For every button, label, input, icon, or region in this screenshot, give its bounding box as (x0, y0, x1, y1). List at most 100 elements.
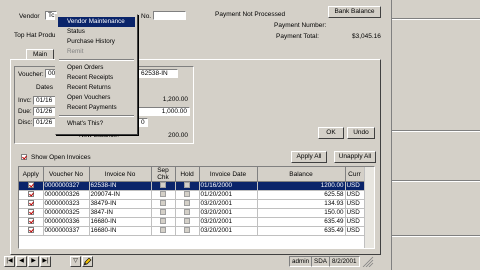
sep-chk-checkbox[interactable] (160, 200, 166, 207)
menu-item-recent-payments[interactable]: Recent Payments (58, 103, 135, 113)
curr-cell: USD (345, 190, 365, 200)
hold-checkbox[interactable] (184, 200, 190, 207)
curr-cell: USD (345, 199, 365, 209)
status-date: 8/2/2001 (329, 256, 360, 267)
hold-checkbox[interactable] (184, 191, 190, 198)
col-hold[interactable]: Hold (175, 167, 200, 182)
show-open-invoices-checkbox[interactable] (21, 154, 27, 161)
menu-item-open-orders[interactable]: Open Orders (58, 63, 135, 73)
col-voucher-no[interactable]: Voucher No (43, 167, 90, 182)
next-record-button[interactable]: ▶ (28, 256, 39, 267)
filter-icon: ▽ (73, 258, 78, 264)
hold-checkbox[interactable] (184, 218, 190, 225)
sep-chk-checkbox[interactable] (160, 182, 166, 189)
last-record-button[interactable]: ▶| (40, 256, 51, 267)
curr-cell: USD (345, 226, 365, 236)
date-cell: 01/16/2000 (199, 181, 258, 191)
date-cell: 03/20/2001 (199, 199, 258, 209)
voucher-cell: 0000000337 (43, 226, 90, 236)
dates-label: Dates (36, 84, 53, 91)
grid-vertical-scrollbar[interactable] (364, 167, 374, 248)
prev-record-button[interactable]: ◀ (16, 256, 27, 267)
sep-chk-checkbox[interactable] (160, 227, 166, 234)
resize-grip[interactable] (362, 256, 374, 268)
menu-item-remit: Remit (67, 48, 84, 55)
table-row[interactable]: 0000000327 62538-IN 01/16/2000 1200.00 U… (19, 181, 365, 191)
due-date-field[interactable]: 01/26 (33, 107, 57, 116)
table-row[interactable]: 0000000325 3847-IN 03/20/2001 150.00 USD (19, 208, 365, 218)
menu-item-recent-returns[interactable]: Recent Returns (58, 83, 135, 93)
col-curr[interactable]: Curr (345, 167, 365, 182)
apply-checkbox[interactable] (27, 191, 34, 198)
pencil-icon (83, 257, 92, 266)
vendor-label: Vendor (19, 13, 40, 20)
menu-item-status[interactable]: Status (58, 27, 135, 37)
col-balance[interactable]: Balance (257, 167, 346, 182)
invoice-cell: 209074-IN (89, 190, 152, 200)
menu-item-recent-receipts[interactable]: Recent Receipts (58, 73, 135, 83)
balance-cell: 625.58 (257, 190, 346, 200)
menu-item-open-vouchers[interactable]: Open Vouchers (58, 93, 135, 103)
date-cell: 01/20/2001 (199, 190, 258, 200)
apply-checkbox[interactable] (27, 209, 34, 216)
apply-checkbox[interactable] (27, 218, 34, 225)
invc-date-field[interactable]: 01/16 (33, 96, 57, 105)
menu-item-vendor-maintenance[interactable]: Vendor Maintenance (58, 17, 135, 27)
disc-label: Disc: (18, 119, 33, 126)
due-label: Due: (18, 108, 32, 115)
curr-cell: USD (345, 181, 365, 191)
payment-total-label: Payment Total: (276, 33, 319, 40)
invoice-cell: 16680-IN (89, 217, 152, 227)
sep-chk-checkbox[interactable] (160, 218, 166, 225)
next-icon: ▶ (31, 258, 36, 264)
divider (392, 18, 480, 20)
col-invoice-no[interactable]: Invoice No (89, 167, 152, 182)
invoice-grid[interactable]: Apply Voucher No Invoice No Sep Chk Hold… (18, 166, 375, 249)
col-invoice-date[interactable]: Invoice Date (199, 167, 258, 182)
vendor-number-field[interactable] (153, 11, 186, 20)
table-row[interactable]: 0000000337 16680-IN 03/20/2001 635.49 US… (19, 226, 365, 236)
bank-balance-button[interactable]: Bank Balance (328, 6, 381, 18)
disc-date-field[interactable]: 01/26 (33, 118, 57, 127)
menu-item-whats-this[interactable]: What's This? (58, 119, 135, 129)
balance-cell: 635.49 (257, 226, 346, 236)
amount-invoice: 1,200.00 (162, 96, 188, 103)
apply-checkbox[interactable] (27, 200, 34, 207)
table-row[interactable]: 0000000326 209074-IN 01/20/2001 625.58 U… (19, 190, 365, 200)
invoice-cell: 3847-IN (89, 208, 152, 218)
invc-label: Invc: (18, 97, 32, 104)
table-row[interactable]: 0000000323 38479-IN 03/20/2001 134.93 US… (19, 199, 365, 209)
filter-button[interactable]: ▽ (70, 256, 81, 267)
discount-field[interactable]: 0 (138, 118, 148, 127)
menu-item-purchase-history[interactable]: Purchase History (58, 37, 135, 47)
payment-number-label: Payment Number: (274, 22, 327, 29)
sep-chk-checkbox[interactable] (160, 209, 166, 216)
hold-checkbox[interactable] (184, 209, 190, 216)
voucher-cell: 0000000325 (43, 208, 90, 218)
ok-button[interactable]: OK (318, 127, 344, 139)
status-user: admin (289, 256, 313, 267)
table-row[interactable]: 0000000336 16680-IN 03/20/2001 635.49 US… (19, 217, 365, 227)
apply-checkbox[interactable] (27, 182, 34, 189)
first-record-button[interactable]: |◀ (4, 256, 15, 267)
voucher-cell: 0000000323 (43, 199, 90, 209)
apply-checkbox[interactable] (27, 227, 34, 234)
amount-applied-field[interactable]: 1,000.00 (138, 107, 190, 116)
balance-cell: 1200.00 (257, 181, 346, 191)
payment-status-text: Payment Not Processed (215, 11, 286, 18)
undo-button[interactable]: Undo (347, 127, 375, 139)
col-sep-chk[interactable]: Sep Chk (151, 167, 176, 182)
hold-checkbox[interactable] (184, 182, 190, 189)
grid-header-row: Apply Voucher No Invoice No Sep Chk Hold… (19, 167, 365, 182)
new-balance-value: 200.00 (168, 132, 188, 139)
menu-separator (59, 115, 134, 117)
hold-checkbox[interactable] (184, 227, 190, 234)
divider (392, 180, 480, 182)
sep-chk-checkbox[interactable] (160, 191, 166, 198)
apply-all-button[interactable]: Apply All (291, 151, 327, 163)
pencil-button[interactable] (82, 256, 93, 267)
invoice-cell: 62538-IN (89, 181, 152, 191)
unapply-all-button[interactable]: Unapply All (334, 151, 376, 163)
col-apply[interactable]: Apply (19, 167, 44, 182)
voucher-suffix-field[interactable]: 62538-IN (138, 69, 178, 78)
